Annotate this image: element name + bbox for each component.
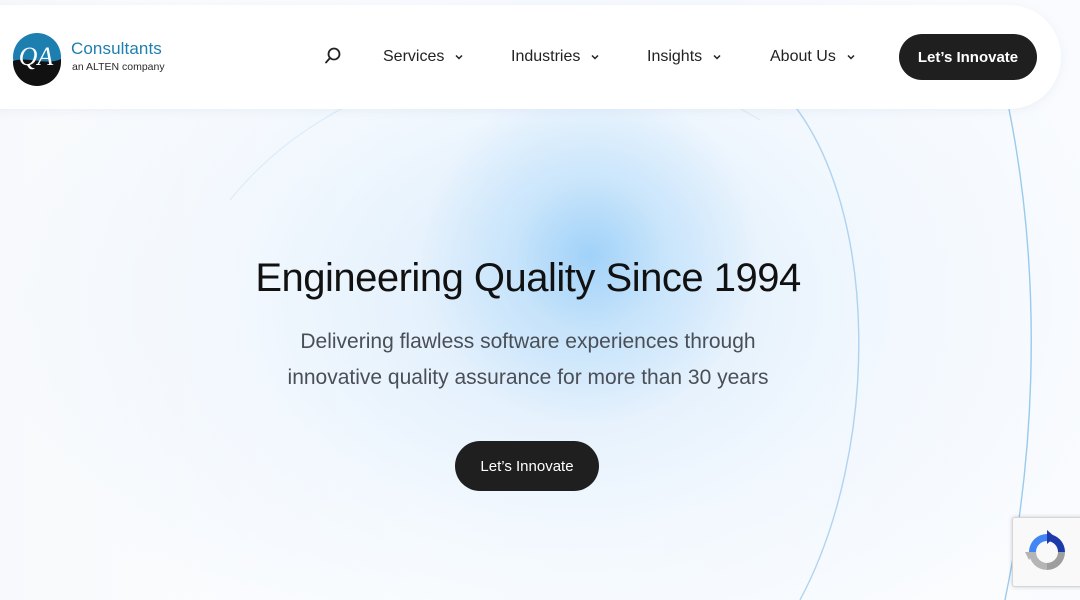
- brand-logo[interactable]: QA Consultants an ALTEN company: [12, 26, 172, 88]
- hero-cta-button[interactable]: Let’s Innovate: [455, 441, 599, 491]
- chevron-down-icon: [847, 54, 855, 60]
- nav-item-about-us[interactable]: About Us: [770, 46, 856, 68]
- nav-label: Insights: [647, 48, 703, 65]
- page: QA Consultants an ALTEN company Services…: [0, 0, 1080, 600]
- search-icon: [325, 47, 341, 64]
- hero-subtitle-line-2: innovative quality assurance for more th…: [287, 366, 769, 389]
- header-cta-button[interactable]: Let’s Innovate: [899, 34, 1037, 80]
- chevron-down-icon: [591, 54, 599, 60]
- logo-mark-text: QA: [19, 42, 54, 71]
- hero-subtitle-line-1: Delivering flawless software experiences…: [300, 330, 756, 353]
- nav-item-industries[interactable]: Industries: [511, 46, 600, 68]
- nav-label: Industries: [511, 48, 581, 65]
- nav-item-services[interactable]: Services: [383, 46, 464, 68]
- chevron-down-icon: [713, 54, 721, 60]
- brand-tagline: an ALTEN company: [72, 61, 165, 73]
- nav-item-insights[interactable]: Insights: [647, 46, 722, 68]
- brand-name: Consultants: [71, 39, 162, 58]
- recaptcha-icon: [1025, 530, 1065, 570]
- nav-label: About Us: [770, 48, 836, 65]
- recaptcha-badge[interactable]: [1012, 517, 1080, 587]
- nav-label: Services: [383, 48, 445, 65]
- qa-logo-mark: QA: [13, 33, 61, 86]
- search-button[interactable]: [323, 46, 343, 66]
- chevron-down-icon: [455, 54, 463, 60]
- hero-title: Engineering Quality Since 1994: [255, 256, 801, 300]
